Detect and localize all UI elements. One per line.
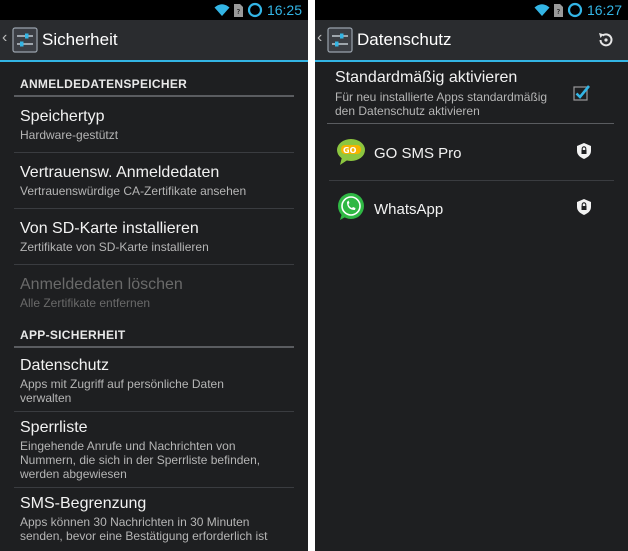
item-title: SMS-Begrenzung: [20, 495, 147, 512]
go-sms-pro-icon: GO: [337, 139, 365, 165]
security-screen: ? 16:25 ‹ Sicherheit ANMELDEDATENSPEICHE…: [0, 0, 308, 551]
item-subtitle: Eingehende Anrufe und Nachrichten von: [20, 439, 236, 453]
checkbox[interactable]: [573, 84, 591, 102]
status-bar: ? 16:27: [315, 0, 628, 20]
item-title: Speichertyp: [20, 108, 105, 125]
svg-text:?: ?: [236, 8, 240, 16]
page-title: Datenschutz: [357, 30, 452, 49]
status-clock: 16:25: [266, 2, 302, 18]
item-title: Standardmäßig aktivieren: [335, 69, 518, 86]
item-title: Anmeldedaten löschen: [20, 276, 183, 293]
item-subtitle: verwalten: [20, 391, 72, 405]
wifi-icon: [534, 4, 550, 16]
svg-text:?: ?: [556, 8, 560, 16]
item-subtitle: Zertifikate von SD-Karte installieren: [20, 240, 209, 254]
section-rule: [14, 95, 294, 97]
section-rule: [14, 346, 294, 348]
divider: [14, 411, 294, 412]
divider: [14, 264, 294, 265]
app-name: WhatsApp: [374, 201, 444, 218]
action-bar: ‹ Sicherheit: [0, 20, 308, 62]
item-subtitle: Apps mit Zugriff auf persönliche Daten: [20, 377, 224, 391]
sim-icon: ?: [553, 3, 563, 17]
item-title: Datenschutz: [20, 357, 109, 374]
status-clock: 16:27: [586, 2, 622, 18]
svg-text:GO: GO: [343, 146, 357, 155]
reset-icon[interactable]: [596, 30, 616, 50]
item-subtitle: Nummern, die sich in der Sperrliste befi…: [20, 453, 261, 467]
back-chevron-icon[interactable]: ‹: [317, 29, 322, 47]
app-name: GO SMS Pro: [374, 145, 462, 162]
status-bar: ? 16:25: [0, 0, 308, 20]
shield-icon[interactable]: [577, 199, 591, 215]
item-title: Von SD-Karte installieren: [20, 220, 199, 237]
item-subtitle: Vertrauenswürdige CA-Zertifikate ansehen: [20, 184, 247, 198]
shield-icon[interactable]: [577, 143, 591, 159]
wifi-icon: [214, 4, 230, 16]
settings-app-icon[interactable]: [327, 27, 353, 53]
divider: [329, 180, 614, 181]
settings-app-icon[interactable]: [12, 27, 38, 53]
back-chevron-icon[interactable]: ‹: [2, 29, 7, 47]
divider: [14, 208, 294, 209]
sim-icon: ?: [233, 3, 243, 17]
divider: [14, 152, 294, 153]
action-bar: ‹ Datenschutz: [315, 20, 628, 62]
divider: [14, 487, 294, 488]
item-subtitle: Für neu installierte Apps standardmäßig: [335, 90, 548, 104]
item-subtitle: Hardware-gestützt: [20, 128, 119, 142]
item-title: Sperrliste: [20, 419, 88, 436]
item-subtitle: Alle Zertifikate entfernen: [20, 296, 151, 310]
item-subtitle: den Datenschutz aktivieren: [335, 104, 480, 118]
section-header-credential-storage: ANMELDEDATENSPEICHER: [20, 77, 188, 91]
item-subtitle: werden abgewiesen: [20, 467, 127, 481]
whatsapp-icon: [338, 193, 364, 220]
battery-icon: [247, 2, 263, 18]
privacy-guard-screen: ? 16:27 ‹ Datenschutz Standardmäßig akti…: [315, 0, 628, 551]
divider: [327, 123, 614, 124]
item-title: Vertrauensw. Anmeldedaten: [20, 164, 220, 181]
item-subtitle: senden, bevor eine Bestätigung erforderl…: [20, 529, 268, 543]
section-header-app-security: APP-SICHERHEIT: [20, 328, 126, 342]
page-title: Sicherheit: [42, 30, 118, 49]
item-subtitle: Apps können 30 Nachrichten in 30 Minuten: [20, 515, 250, 529]
battery-icon: [567, 2, 583, 18]
